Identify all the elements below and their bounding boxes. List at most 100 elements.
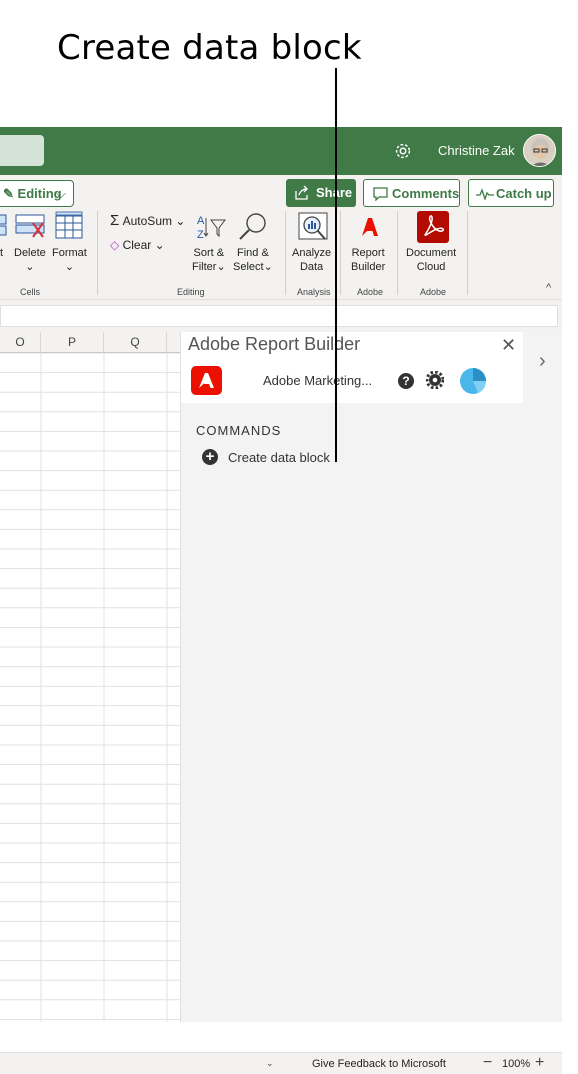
gear-icon[interactable] xyxy=(426,371,444,389)
column-header-o[interactable]: O xyxy=(0,332,41,353)
grid-lines xyxy=(0,332,180,1022)
column-header-p[interactable]: P xyxy=(41,332,104,353)
share-icon xyxy=(295,185,308,200)
sort-label-line2: Filter xyxy=(192,261,217,273)
pulse-icon xyxy=(476,188,494,200)
delete-label[interactable]: Delete ⌄ xyxy=(14,246,46,274)
group-separator xyxy=(397,211,398,295)
org-selector[interactable]: Adobe Marketing... xyxy=(263,373,372,388)
find-label-line1: Find & xyxy=(237,247,269,259)
report-label-line1: Report xyxy=(351,247,385,259)
close-icon[interactable]: ✕ xyxy=(501,335,516,356)
svg-text:A: A xyxy=(197,215,205,227)
plus-circle-icon: + xyxy=(202,449,218,465)
callout-line xyxy=(335,68,337,462)
autosum-label: AutoSum xyxy=(122,214,172,228)
adobe-group-label: Adobe xyxy=(357,287,384,297)
delete-label-text: Delete xyxy=(14,247,46,259)
avatar[interactable] xyxy=(523,134,556,167)
commands-heading: COMMANDS xyxy=(196,423,282,438)
sigma-icon: Σ xyxy=(110,212,120,229)
user-name[interactable]: Christine Zak xyxy=(438,143,515,158)
group-separator xyxy=(467,211,468,295)
chevron-down-icon: ⌵ xyxy=(56,186,66,201)
group-separator xyxy=(97,211,98,295)
clear-label: Clear xyxy=(122,238,152,252)
analyze-data-label[interactable]: Analyze Data xyxy=(292,246,331,274)
delete-cells-icon[interactable] xyxy=(15,213,47,241)
editing-group-label: Editing xyxy=(177,287,205,297)
adobe-report-builder-panel: Adobe Report Builder ✕ Adobe Marketing..… xyxy=(180,332,524,1022)
catch-up-button[interactable]: Catch up xyxy=(468,179,554,207)
insert-label[interactable]: t xyxy=(0,246,3,260)
sort-filter-icon[interactable]: A Z xyxy=(196,212,228,242)
format-cells-icon[interactable] xyxy=(54,211,86,241)
chevron-down-icon: ⌄ xyxy=(175,214,186,228)
editing-label: Editing xyxy=(17,186,62,201)
group-separator xyxy=(340,211,341,295)
report-label-line2: Builder xyxy=(351,261,386,273)
find-select-label[interactable]: Find & Select⌄ xyxy=(233,246,273,274)
search-box[interactable] xyxy=(0,135,44,166)
eraser-icon: ◇ xyxy=(110,238,120,252)
catch-up-label: Catch up xyxy=(496,186,552,201)
adobe-logo xyxy=(191,366,222,395)
pencil-icon: ✎ xyxy=(3,186,14,201)
help-icon[interactable]: ? xyxy=(398,373,414,389)
formula-bar-row xyxy=(0,300,562,332)
status-bar: ⌄ Give Feedback to Microsoft − 100% + xyxy=(0,1052,562,1074)
chevron-down-icon: ⌄ xyxy=(263,261,273,273)
worksheet-grid[interactable]: O P Q xyxy=(0,332,180,1022)
comment-icon xyxy=(373,187,388,201)
formula-input[interactable] xyxy=(0,305,558,327)
chevron-right-icon[interactable]: › xyxy=(539,350,546,373)
share-button[interactable]: Share xyxy=(286,179,356,207)
chevron-down-icon[interactable]: ⌄ xyxy=(266,1058,274,1069)
sort-filter-label[interactable]: Sort & Filter⌄ xyxy=(192,246,226,274)
editing-mode-button[interactable]: ✎ Editing ⌵ xyxy=(0,180,74,207)
find-select-icon[interactable] xyxy=(237,212,269,242)
format-label[interactable]: Format ⌄ xyxy=(52,246,87,274)
acrobat-document-cloud-icon[interactable] xyxy=(417,211,449,243)
right-margin xyxy=(562,0,578,1074)
analyze-label-line2: Data xyxy=(299,261,324,273)
annotation-title: Create data block xyxy=(57,28,362,68)
chevron-down-icon: ⌄ xyxy=(64,261,75,273)
chevron-down-icon: ⌄ xyxy=(154,238,165,252)
format-label-text: Format xyxy=(52,247,87,259)
settings-icon[interactable] xyxy=(392,140,414,162)
column-header-r[interactable] xyxy=(167,332,180,353)
title-bar: Christine Zak xyxy=(0,127,562,175)
chevron-down-icon: ⌄ xyxy=(216,261,226,273)
adobe-group-label-2: Adobe xyxy=(420,287,447,297)
page: Create data block Christine Zak ✎ Editin… xyxy=(0,0,578,1074)
clear-button[interactable]: ◇ Clear ⌄ xyxy=(110,238,165,252)
adobe-report-builder-icon[interactable] xyxy=(355,212,385,242)
autosum-button[interactable]: Σ AutoSum ⌄ xyxy=(110,212,186,229)
analysis-group-label: Analysis xyxy=(297,287,331,297)
column-header-q[interactable]: Q xyxy=(104,332,167,353)
collapse-ribbon-icon[interactable]: ^ xyxy=(546,282,551,294)
chevron-down-icon: ⌄ xyxy=(25,261,35,273)
cells-group-label: Cells xyxy=(20,287,41,297)
panel-header: Adobe Report Builder ✕ Adobe Marketing..… xyxy=(181,332,524,403)
analytics-pie-icon[interactable] xyxy=(458,366,488,396)
svg-text:Z: Z xyxy=(197,229,204,241)
analyze-label-line1: Analyze xyxy=(292,247,332,259)
task-pane-strip xyxy=(523,332,562,1022)
report-builder-label[interactable]: Report Builder xyxy=(351,246,385,274)
analyze-data-icon[interactable] xyxy=(297,211,331,243)
sort-label-line1: Sort & xyxy=(193,247,225,259)
create-data-block-label: Create data block xyxy=(228,450,330,465)
doc-label-line2: Cloud xyxy=(416,261,446,273)
insert-cells-icon[interactable] xyxy=(0,213,8,239)
zoom-level[interactable]: 100% xyxy=(502,1058,530,1070)
doc-label-line1: Document xyxy=(406,247,457,259)
zoom-out-button[interactable]: − xyxy=(483,1054,492,1072)
give-feedback-link[interactable]: Give Feedback to Microsoft xyxy=(312,1058,446,1070)
ribbon: ✎ Editing ⌵ Share Comments Catch up xyxy=(0,175,562,300)
zoom-in-button[interactable]: + xyxy=(535,1054,544,1072)
comments-label: Comments xyxy=(392,186,460,201)
comments-button[interactable]: Comments xyxy=(363,179,460,207)
document-cloud-label[interactable]: Document Cloud xyxy=(406,246,456,274)
